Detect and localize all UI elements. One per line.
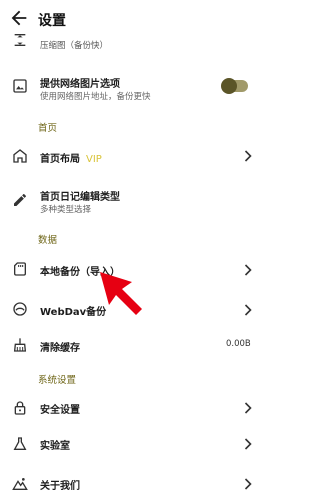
cache-size-value: 0.00B: [226, 339, 251, 349]
chevron-right-icon: [244, 264, 252, 276]
image-icon: [12, 78, 28, 94]
chevron-right-icon: [244, 438, 252, 450]
home-icon: [12, 148, 28, 164]
about-title: 关于我们: [40, 481, 80, 492]
broom-icon: [12, 337, 28, 353]
lock-icon: [12, 400, 28, 416]
network-image-subtitle: 使用网络图片地址，备份更快: [40, 92, 151, 102]
home-layout-title: 首页布局 VIP: [40, 150, 102, 165]
lab-title: 实验室: [40, 441, 70, 452]
diary-edit-type-item[interactable]: 首页日记编辑类型 多种类型选择: [0, 184, 266, 218]
vip-badge: VIP: [86, 154, 102, 165]
compress-subtitle: 压缩图（备份快）: [40, 41, 109, 51]
network-image-title: 提供网络图片选项: [40, 79, 120, 90]
chevron-right-icon: [244, 304, 252, 316]
diary-edit-type-title: 首页日记编辑类型: [40, 192, 120, 203]
section-data-header: 数据: [38, 235, 58, 246]
security-item[interactable]: 安全设置: [0, 396, 266, 420]
toggle-knob: [221, 78, 237, 94]
security-title: 安全设置: [40, 405, 80, 416]
back-arrow-icon[interactable]: [8, 7, 30, 29]
lab-item[interactable]: 实验室: [0, 432, 266, 456]
diary-edit-type-subtitle: 多种类型选择: [40, 205, 92, 215]
about-mountain-icon: [12, 476, 28, 492]
app-bar: 设置: [0, 0, 266, 38]
clear-cache-title: 清除缓存: [40, 343, 80, 354]
home-layout-item[interactable]: 首页布局 VIP: [0, 144, 266, 168]
webdav-backup-title: WebDav备份: [40, 307, 107, 318]
chevron-right-icon: [244, 150, 252, 162]
pencil-icon: [12, 192, 28, 208]
cloud-sync-icon: [12, 301, 28, 317]
section-system-header: 系统设置: [38, 375, 77, 386]
sd-card-icon: [12, 261, 28, 277]
chevron-right-icon: [244, 478, 252, 490]
compress-icon: [12, 32, 28, 48]
webdav-backup-item[interactable]: WebDav备份: [0, 296, 266, 322]
page-title: 设置: [38, 13, 66, 29]
home-layout-label: 首页布局: [40, 154, 80, 165]
flask-icon: [12, 436, 28, 452]
network-image-toggle[interactable]: [221, 78, 248, 94]
section-home-header: 首页: [38, 123, 58, 134]
chevron-right-icon: [244, 402, 252, 414]
about-item[interactable]: 关于我们: [0, 472, 266, 496]
